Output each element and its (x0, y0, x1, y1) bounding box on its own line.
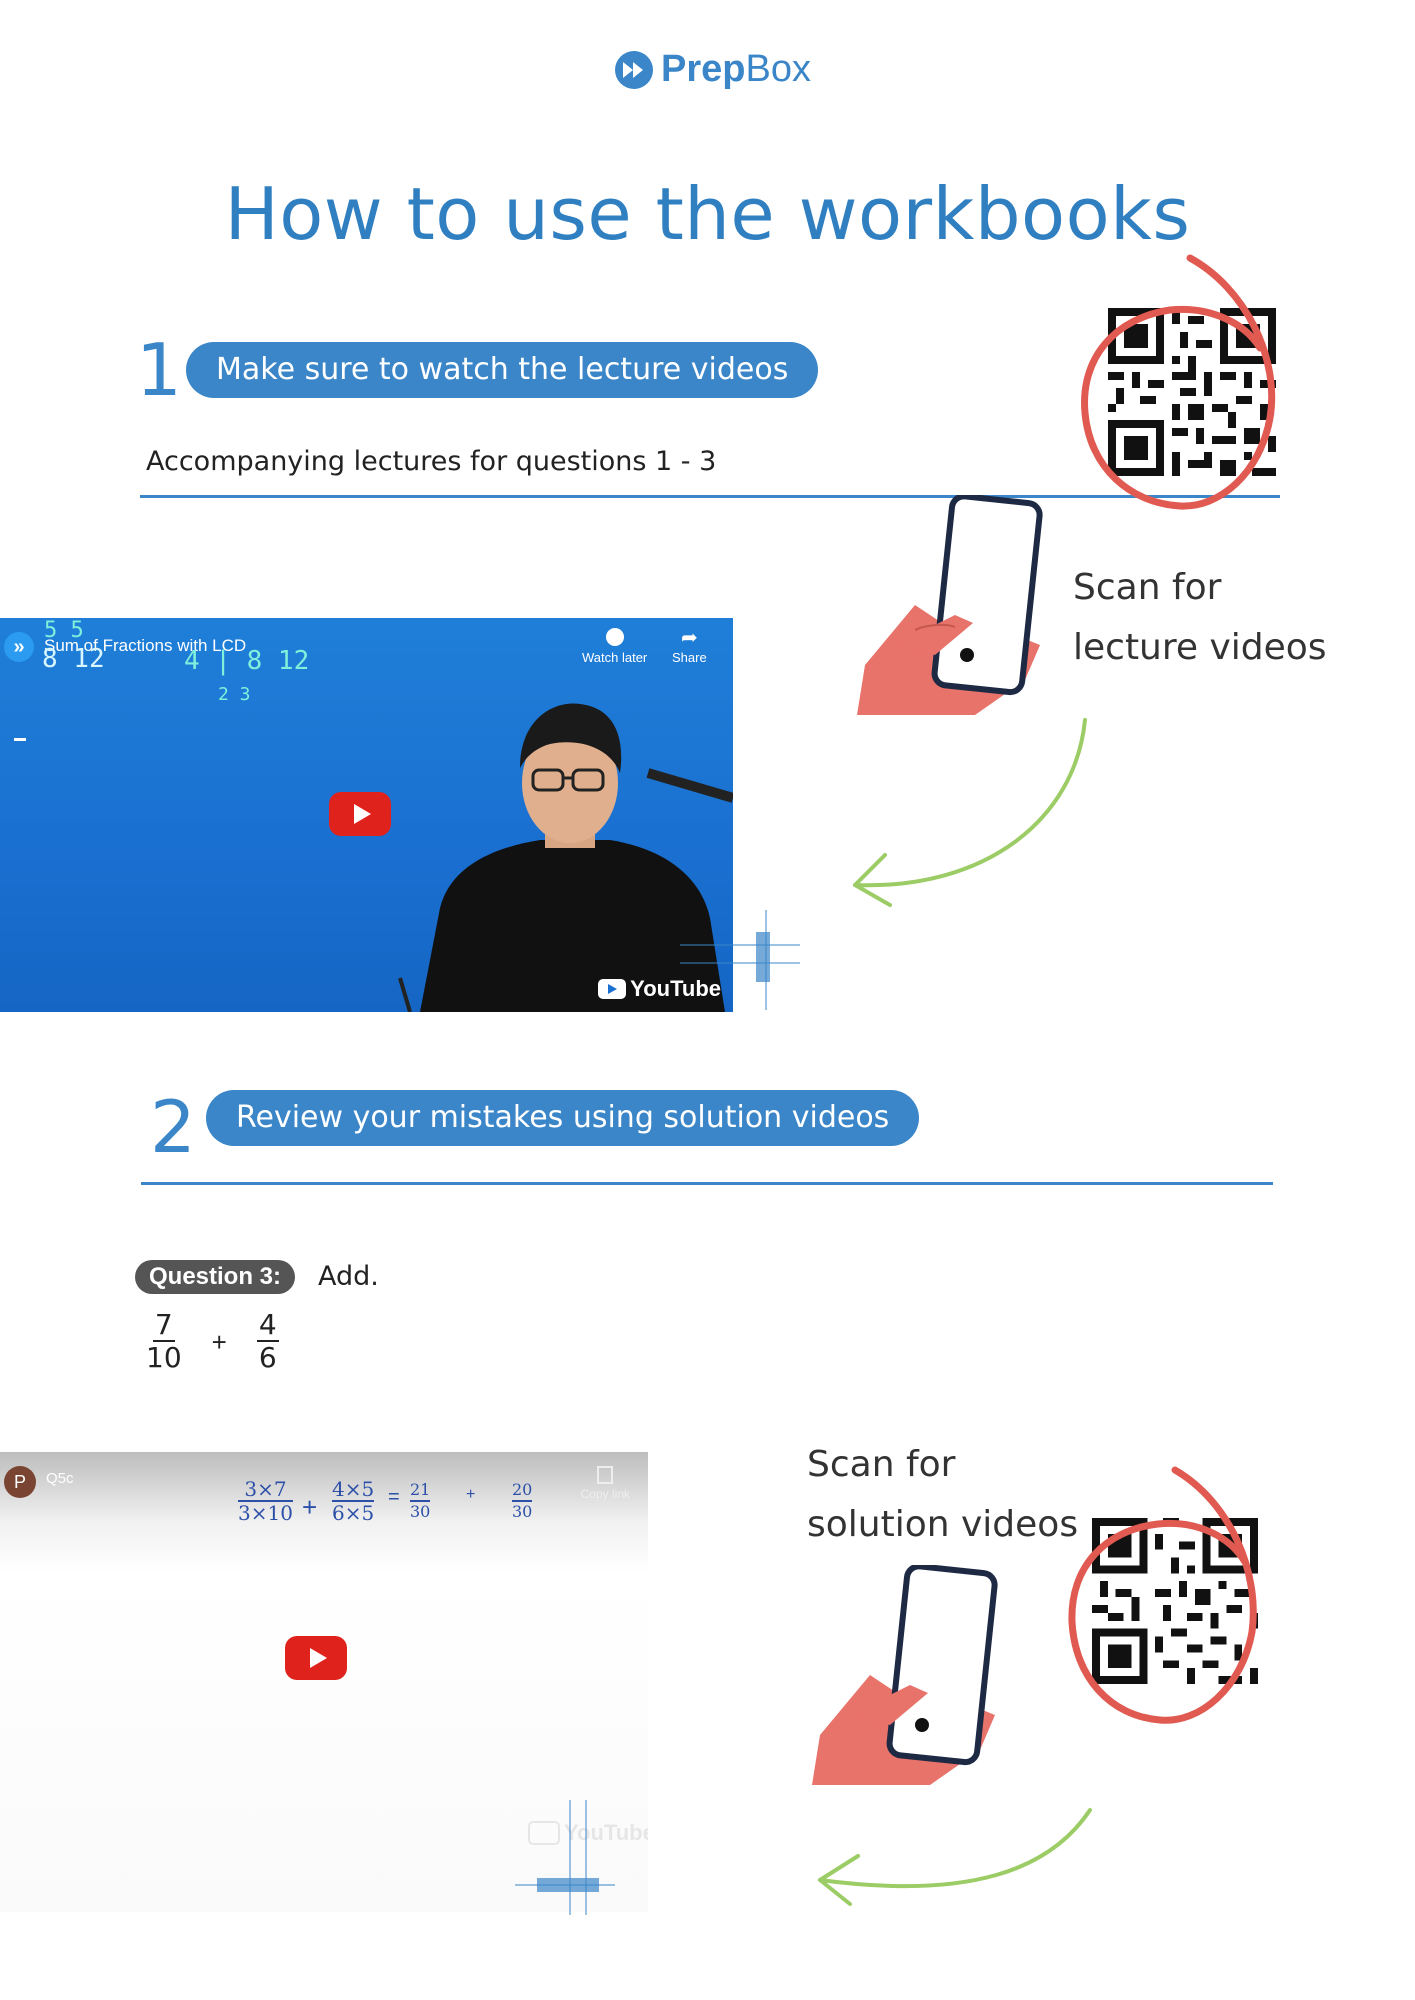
board-mark (14, 738, 26, 741)
ink-frac-2: 4×5 6×5 (332, 1477, 375, 1525)
prepbox-logo: PrepBox (615, 48, 811, 91)
step-1-number: 1 (136, 328, 182, 412)
ink-plus: + (302, 1492, 318, 1522)
watch-later-button[interactable]: Watch later (582, 628, 647, 665)
channel-avatar: P (4, 1466, 36, 1498)
scan-lecture-text: Scan for lecture videos (1073, 567, 1327, 668)
curved-arrow-2 (818, 1808, 1092, 1906)
phone-in-hand-illustration-2 (812, 1565, 998, 1785)
step-2-divider (141, 1182, 1273, 1185)
fraction-2: 4 6 (256, 1308, 279, 1374)
copy-icon (597, 1466, 614, 1484)
step-1-subtitle: Accompanying lectures for questions 1 - … (146, 446, 717, 477)
share-button[interactable]: ➦ Share (672, 628, 707, 665)
phone-in-hand-illustration (857, 495, 1043, 715)
solution-video-title: Q5c (46, 1470, 74, 1487)
plus-sign: + (211, 1326, 227, 1357)
ink-frac-3: 21 30 (410, 1480, 431, 1521)
scan-solution-text: Scan for solution videos (807, 1444, 1079, 1545)
step-2-pill: Review your mistakes using solution vide… (206, 1090, 920, 1146)
ink-plus-2: + (466, 1486, 476, 1503)
copy-link-button[interactable]: Copy link (581, 1466, 630, 1501)
lecture-video-thumbnail[interactable]: » Sum of Fractions with LCD 5 5 8 12 4 |… (0, 618, 733, 1012)
step-1-pill: Make sure to watch the lecture videos (186, 342, 819, 398)
question-badge: Question 3: (135, 1260, 296, 1294)
lecture-qr-highlight-circle (1081, 254, 1276, 510)
ink-frac-1: 3×7 3×10 (238, 1477, 293, 1525)
board-digits-top: 5 5 (44, 618, 84, 643)
play-icon[interactable] (285, 1636, 347, 1680)
step-2-number: 2 (150, 1085, 196, 1169)
ink-equals: = (388, 1486, 400, 1508)
solution-qr-highlight-circle (1068, 1466, 1257, 1724)
logo-text: PrepBox (661, 48, 811, 90)
board-result: 2 3 (218, 684, 251, 705)
question-text: Add. (318, 1261, 379, 1292)
board-division: 4 | 8 12 (184, 646, 310, 676)
page-title: How to use the workbooks (224, 172, 1191, 256)
curved-arrow-1 (853, 718, 1087, 907)
crop-mark-1 (680, 910, 800, 1010)
question-expression: 7 10 + 4 6 (146, 1310, 279, 1374)
fraction-1: 7 10 (146, 1308, 182, 1374)
share-icon: ➦ (680, 627, 698, 649)
crop-mark-2 (515, 1800, 615, 1915)
ink-frac-4: 20 30 (512, 1480, 533, 1521)
channel-icon: » (4, 632, 34, 662)
prepbox-logo-icon (615, 50, 653, 89)
clock-icon (605, 628, 624, 646)
youtube-icon (598, 979, 627, 999)
board-digits: 8 12 (42, 644, 105, 674)
